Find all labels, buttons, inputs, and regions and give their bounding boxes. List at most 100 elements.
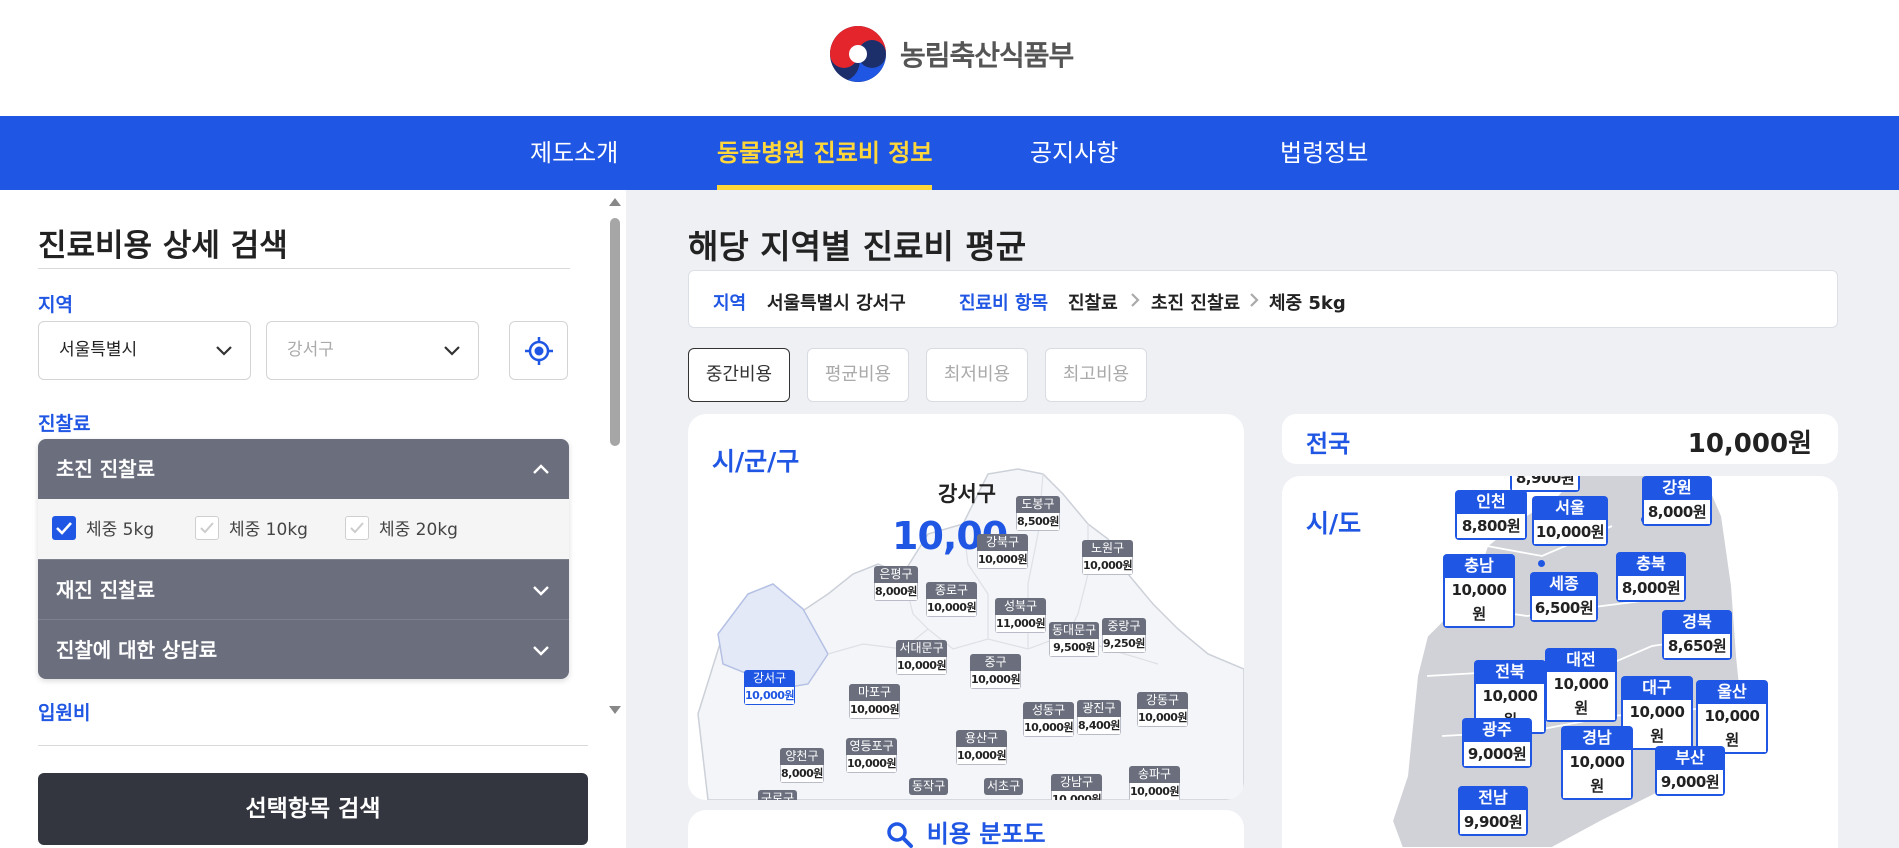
province-label-gyeongnam[interactable]: 경남 10,000원 [1561, 726, 1633, 800]
divider [38, 268, 570, 269]
tab-min-cost[interactable]: 최저비용 [926, 348, 1028, 402]
national-label: 전국 [1306, 430, 1351, 458]
checkbox-label: 체중 5kg [86, 520, 155, 540]
accordion-title: 재진 진찰료 [56, 578, 155, 602]
city-select[interactable]: 서울특별시 [38, 321, 251, 380]
checkbox-label: 체중 10kg [229, 520, 308, 540]
breadcrumb: 지역 서울특별시 강서구 진료비 항목 진찰료 초진 진찰료 체중 5kg [688, 270, 1838, 328]
district-label-dongdaemun[interactable]: 동대문구 9,500원 [1049, 622, 1100, 657]
national-average-card: 전국 10,000원 [1282, 414, 1838, 464]
search-panel-title: 진료비용 상세 검색 [38, 228, 288, 264]
checkbox-unchecked-icon [345, 515, 369, 540]
checkbox-checked-icon [52, 515, 76, 540]
chevron-down-icon [216, 346, 232, 356]
district-map-card: 시/군/구 강서구 10,00 도봉구 8,500원 강북구 10,000원 노원구… [688, 414, 1244, 800]
accordion-consultation[interactable]: 진찰에 대한 상담료 [38, 619, 569, 679]
province-label-seoul[interactable]: 서울 10,000원 [1532, 496, 1608, 546]
district-label-gangbuk[interactable]: 강북구 10,000원 [977, 534, 1029, 569]
district-label-seongdong[interactable]: 성동구 10,000원 [1023, 702, 1075, 737]
province-label-sejong[interactable]: 세종 6,500원 [1530, 572, 1598, 622]
district-label-gangnam[interactable]: 강남구 10,000원 [1051, 774, 1103, 800]
accordion-revisit[interactable]: 재진 진찰료 [38, 559, 569, 619]
cost-distribution-label: 비용 분포도 [926, 820, 1046, 848]
breadcrumb-region-label: 지역 [713, 293, 747, 314]
district-select-placeholder: 강서구 [287, 340, 334, 360]
city-select-value: 서울특별시 [59, 340, 138, 360]
province-label-gyeongbuk[interactable]: 경북 8,650원 [1662, 610, 1732, 660]
district-label-seocho[interactable]: 서초구 [984, 778, 1024, 795]
scroll-down-arrow-icon[interactable] [609, 706, 621, 714]
nav-item-notices[interactable]: 공지사항 [1030, 116, 1118, 190]
chevron-down-icon [533, 586, 549, 596]
district-label-jongno[interactable]: 종로구 10,000원 [926, 582, 978, 617]
province-label-gwangju[interactable]: 광주 9,000원 [1462, 718, 1532, 768]
chevron-down-icon [444, 346, 460, 356]
district-label-dobong[interactable]: 도봉구 8,500원 [1016, 496, 1060, 531]
national-value: 10,000원 [1687, 429, 1812, 459]
province-label-chungnam[interactable]: 충남 10,000원 [1443, 554, 1515, 628]
tab-max-cost[interactable]: 최고비용 [1045, 348, 1147, 402]
region-label: 지역 [38, 294, 73, 316]
district-label-seongbuk[interactable]: 성북구 11,000원 [995, 598, 1047, 633]
checkbox-weight-20kg[interactable]: 체중 20kg [345, 515, 458, 540]
district-label-guro[interactable]: 구로구 [758, 790, 798, 800]
district-label-songpa[interactable]: 송파구 10,000원 [1129, 766, 1181, 800]
checkbox-weight-5kg[interactable]: 체중 5kg [52, 515, 154, 540]
district-label-yeongdeungpo[interactable]: 영등포구 10,000원 [846, 738, 898, 773]
nav-item-system-intro[interactable]: 제도소개 [530, 116, 618, 190]
scroll-thumb[interactable] [610, 218, 620, 446]
province-label-incheon[interactable]: 인천 8,800원 [1455, 490, 1527, 540]
chevron-up-icon [533, 464, 549, 474]
current-location-button[interactable] [509, 321, 568, 380]
cost-distribution-button[interactable]: 비용 분포도 [688, 810, 1244, 848]
district-label-yangcheon[interactable]: 양천구 8,000원 [780, 748, 824, 783]
breadcrumb-path-3: 체중 5kg [1269, 293, 1346, 314]
nav-item-vet-fee-info[interactable]: 동물병원 진료비 정보 [717, 116, 933, 190]
ministry-logo[interactable]: 농림축산식품부 [828, 24, 1074, 84]
district-label-dongjak[interactable]: 동작구 [909, 778, 949, 795]
province-label-chungbuk[interactable]: 충북 8,000원 [1616, 552, 1686, 602]
nav-item-laws[interactable]: 법령정보 [1280, 116, 1368, 190]
accordion-title: 진찰에 대한 상담료 [56, 638, 218, 662]
scroll-up-arrow-icon[interactable] [609, 198, 621, 206]
district-label-gangdong[interactable]: 강동구 10,000원 [1137, 692, 1189, 727]
district-select[interactable]: 강서구 [266, 321, 479, 380]
accordion-first-visit[interactable]: 초진 진찰료 [38, 439, 569, 499]
tab-average-cost[interactable]: 평균비용 [807, 348, 909, 402]
district-label-gangseo[interactable]: 강서구 10,000원 [744, 670, 796, 705]
district-label-jung[interactable]: 중구 10,000원 [970, 654, 1022, 689]
selected-district-name: 강서구 [938, 482, 996, 506]
checkbox-weight-10kg[interactable]: 체중 10kg [195, 515, 308, 540]
chevron-down-icon [533, 646, 549, 656]
crosshair-icon [525, 337, 553, 365]
taegeuk-emblem-icon [830, 26, 886, 82]
result-title: 해당 지역별 진료비 평균 [688, 227, 1027, 266]
province-label-ulsan[interactable]: 울산 10,000원 [1696, 680, 1768, 754]
checkbox-label: 체중 20kg [379, 520, 458, 540]
breadcrumb-region-value: 서울특별시 강서구 [767, 293, 906, 314]
breadcrumb-item-label: 진료비 항목 [959, 293, 1049, 314]
breadcrumb-path-2: 초진 진찰료 [1151, 293, 1241, 314]
province-label-gangwon[interactable]: 강원 8,000원 [1642, 476, 1712, 526]
province-label-jeonnam[interactable]: 전남 9,900원 [1458, 786, 1528, 836]
district-label-mapo[interactable]: 마포구 10,000원 [849, 684, 901, 719]
district-label-eunpyeong[interactable]: 은평구 8,000원 [874, 566, 918, 601]
search-panel: 진료비용 상세 검색 지역 서울특별시 강서구 진찰료 초진 진찰료 체중 5k… [0, 190, 626, 848]
scrollbar[interactable] [609, 198, 621, 718]
checkbox-unchecked-icon [195, 515, 219, 540]
district-label-nowon[interactable]: 노원구 10,000원 [1082, 540, 1134, 575]
accordion-first-visit-options: 체중 5kg 체중 10kg 체중 20kg [38, 499, 569, 559]
ministry-name: 농림축산식품부 [900, 39, 1074, 72]
district-label-jungnang[interactable]: 중랑구 9,250원 [1102, 618, 1146, 653]
search-selected-button[interactable]: 선택항목 검색 [38, 773, 588, 845]
chevron-right-icon [1131, 293, 1140, 307]
treatment-label: 진찰료 [38, 413, 91, 435]
tab-median-cost[interactable]: 중간비용 [688, 348, 790, 402]
province-label-daejeon[interactable]: 대전 10,000원 [1545, 648, 1617, 722]
district-label-yongsan[interactable]: 용산구 10,000원 [956, 730, 1008, 765]
result-panel: 해당 지역별 진료비 평균 지역 서울특별시 강서구 진료비 항목 진찰료 초진… [626, 190, 1899, 848]
district-label-seodaemun[interactable]: 서대문구 10,000원 [896, 640, 948, 675]
search-icon [887, 822, 914, 848]
province-label-busan[interactable]: 부산 9,000원 [1655, 746, 1725, 796]
district-label-gwangjin[interactable]: 광진구 8,400원 [1077, 700, 1121, 735]
